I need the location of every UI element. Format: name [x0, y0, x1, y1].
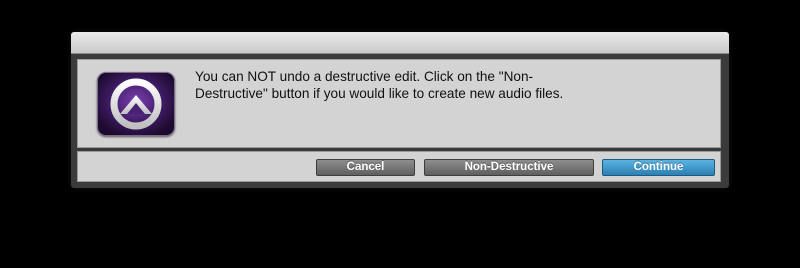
- cancel-button[interactable]: Cancel: [316, 159, 415, 176]
- continue-button[interactable]: Continue: [602, 159, 715, 176]
- dialog-titlebar[interactable]: [71, 32, 729, 54]
- pro-tools-logo-icon: [97, 72, 175, 136]
- non-destructive-button[interactable]: Non-Destructive: [424, 159, 594, 176]
- message-panel: You can NOT undo a destructive edit. Cli…: [77, 59, 721, 148]
- dialog-message: You can NOT undo a destructive edit. Cli…: [195, 69, 564, 101]
- destructive-edit-dialog: You can NOT undo a destructive edit. Cli…: [71, 32, 729, 188]
- button-bar: Cancel Non-Destructive Continue: [77, 151, 721, 182]
